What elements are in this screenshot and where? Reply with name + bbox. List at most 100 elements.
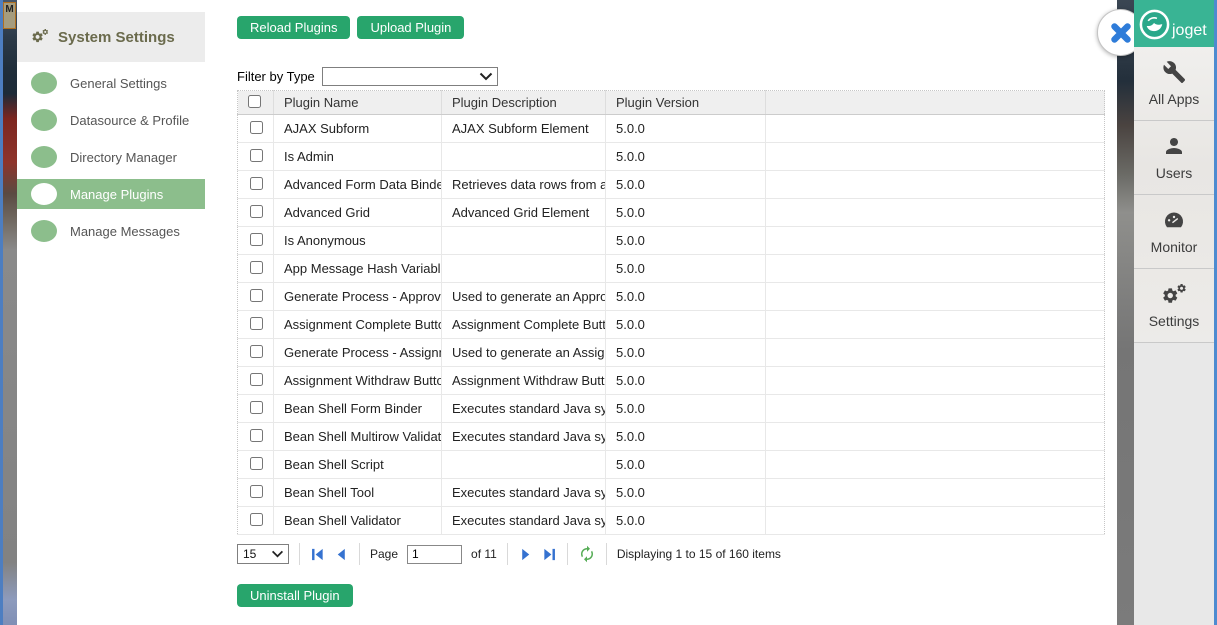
uninstall-plugin-button[interactable]: Uninstall Plugin — [237, 584, 353, 607]
table-row[interactable]: Generate Process - Assignment Used to ge… — [238, 339, 1105, 367]
settings-nav: General Settings Datasource & Profile Di… — [17, 68, 205, 246]
row-checkbox[interactable] — [250, 177, 263, 190]
plugin-name-cell[interactable]: Bean Shell Form Binder — [274, 395, 442, 423]
plugin-name-cell[interactable]: Bean Shell Validator — [274, 507, 442, 535]
plugin-name-cell[interactable]: Bean Shell Multirow Validator — [274, 423, 442, 451]
plugin-name-cell[interactable]: AJAX Subform — [274, 115, 442, 143]
table-row[interactable]: Is Anonymous 5.0.0 — [238, 227, 1105, 255]
plugin-version-cell: 5.0.0 — [606, 367, 766, 395]
sidebar-item-datasource-profile[interactable]: Datasource & Profile — [17, 105, 205, 135]
table-row[interactable]: Assignment Complete Button Assignment Co… — [238, 311, 1105, 339]
table-row[interactable]: Generate Process - Approval Used to gene… — [238, 283, 1105, 311]
plugin-name-cell[interactable]: Bean Shell Tool — [274, 479, 442, 507]
pagination-bar: 15 Page of 11 — [237, 543, 1117, 565]
sidebar-item-manage-plugins[interactable]: Manage Plugins — [17, 179, 205, 209]
plugins-toolbar: Reload Plugins Upload Plugin — [237, 16, 1117, 39]
table-row[interactable]: App Message Hash Variable 5.0.0 — [238, 255, 1105, 283]
plugin-description-cell: Used to generate an Appro — [442, 283, 606, 311]
plugin-description-cell — [442, 143, 606, 171]
row-checkbox[interactable] — [250, 121, 263, 134]
joget-brand: joget — [1134, 0, 1214, 47]
row-checkbox[interactable] — [250, 233, 263, 246]
row-checkbox[interactable] — [250, 485, 263, 498]
plugin-version-cell: 5.0.0 — [606, 451, 766, 479]
table-row[interactable]: Bean Shell Script 5.0.0 — [238, 451, 1105, 479]
plugin-name-cell[interactable]: Advanced Grid — [274, 199, 442, 227]
page-number-input[interactable] — [407, 545, 462, 564]
plugin-name-cell[interactable]: Generate Process - Approval — [274, 283, 442, 311]
sidebar-item-general-settings[interactable]: General Settings — [17, 68, 205, 98]
chevron-down-icon — [271, 550, 284, 558]
reload-plugins-button[interactable]: Reload Plugins — [237, 16, 350, 39]
gears-icon — [31, 28, 51, 46]
pager-separator — [359, 543, 360, 565]
next-page-button[interactable] — [518, 547, 533, 562]
refresh-button[interactable] — [578, 545, 596, 563]
sidebar-item-directory-manager[interactable]: Directory Manager — [17, 142, 205, 172]
plugin-name-cell[interactable]: Advanced Form Data Binder — [274, 171, 442, 199]
table-row[interactable]: AJAX Subform AJAX Subform Element 5.0.0 — [238, 115, 1105, 143]
upload-plugin-button[interactable]: Upload Plugin — [357, 16, 464, 39]
sidebar-item-label: Manage Messages — [70, 224, 180, 239]
first-page-button[interactable] — [310, 547, 325, 562]
filter-type-select[interactable] — [322, 67, 498, 86]
row-checkbox[interactable] — [250, 261, 263, 274]
row-checkbox[interactable] — [250, 429, 263, 442]
plugin-description-cell — [442, 227, 606, 255]
manage-plugins-content: Reload Plugins Upload Plugin Filter by T… — [205, 0, 1117, 625]
page-size-select[interactable]: 15 — [237, 544, 289, 564]
row-checkbox[interactable] — [250, 373, 263, 386]
nav-users[interactable]: Users — [1134, 121, 1214, 195]
table-row[interactable]: Advanced Form Data Binder Retrieves data… — [238, 171, 1105, 199]
table-row[interactable]: Bean Shell Validator Executes standard J… — [238, 507, 1105, 535]
row-checkbox[interactable] — [250, 457, 263, 470]
nav-settings[interactable]: Settings — [1134, 269, 1214, 343]
table-row[interactable]: Bean Shell Tool Executes standard Java s… — [238, 479, 1105, 507]
column-header-filler — [766, 91, 1105, 115]
screen: M System Settings General Settings Datas… — [0, 0, 1217, 625]
sidebar-item-label: Datasource & Profile — [70, 113, 189, 128]
plugin-version-cell: 5.0.0 — [606, 479, 766, 507]
row-checkbox[interactable] — [250, 345, 263, 358]
plugin-name-cell[interactable]: Generate Process - Assignment — [274, 339, 442, 367]
user-icon — [1162, 134, 1186, 158]
plugin-name-cell[interactable]: App Message Hash Variable — [274, 255, 442, 283]
minimized-tab-badge[interactable]: M — [3, 2, 16, 29]
table-row[interactable]: Assignment Withdraw Button Assignment Wi… — [238, 367, 1105, 395]
table-row[interactable]: Advanced Grid Advanced Grid Element 5.0.… — [238, 199, 1105, 227]
page-size-value: 15 — [243, 547, 256, 561]
app-sidebar: joget All Apps Users Monitor — [1134, 0, 1214, 625]
row-checkbox[interactable] — [250, 513, 263, 526]
table-row[interactable]: Is Admin 5.0.0 — [238, 143, 1105, 171]
select-all-checkbox[interactable] — [248, 95, 261, 108]
bullet-circle-icon — [31, 146, 57, 168]
next-page-icon — [518, 547, 533, 562]
nav-monitor[interactable]: Monitor — [1134, 195, 1214, 269]
nav-all-apps[interactable]: All Apps — [1134, 47, 1214, 121]
pager-separator — [299, 543, 300, 565]
table-row[interactable]: Bean Shell Multirow Validator Executes s… — [238, 423, 1105, 451]
row-checkbox[interactable] — [250, 289, 263, 302]
plugin-table: Plugin Name Plugin Description Plugin Ve… — [237, 90, 1105, 535]
sidebar-item-manage-messages[interactable]: Manage Messages — [17, 216, 205, 246]
plugin-name-cell[interactable]: Is Anonymous — [274, 227, 442, 255]
background-page-strip-right — [1117, 0, 1134, 625]
plugin-version-cell: 5.0.0 — [606, 143, 766, 171]
system-settings-panel: System Settings General Settings Datasou… — [17, 0, 1117, 625]
filter-type-label: Filter by Type — [237, 69, 315, 84]
table-row[interactable]: Bean Shell Form Binder Executes standard… — [238, 395, 1105, 423]
row-checkbox[interactable] — [250, 205, 263, 218]
sidebar-item-label: General Settings — [70, 76, 167, 91]
plugin-name-cell[interactable]: Bean Shell Script — [274, 451, 442, 479]
last-page-button[interactable] — [542, 547, 557, 562]
plugin-name-cell[interactable]: Is Admin — [274, 143, 442, 171]
plugin-name-cell[interactable]: Assignment Complete Button — [274, 311, 442, 339]
row-checkbox[interactable] — [250, 401, 263, 414]
plugin-description-cell: AJAX Subform Element — [442, 115, 606, 143]
row-checkbox[interactable] — [250, 149, 263, 162]
row-checkbox[interactable] — [250, 317, 263, 330]
plugin-version-cell: 5.0.0 — [606, 227, 766, 255]
plugin-name-cell[interactable]: Assignment Withdraw Button — [274, 367, 442, 395]
previous-page-button[interactable] — [334, 547, 349, 562]
joget-brand-label: joget — [1172, 22, 1207, 40]
